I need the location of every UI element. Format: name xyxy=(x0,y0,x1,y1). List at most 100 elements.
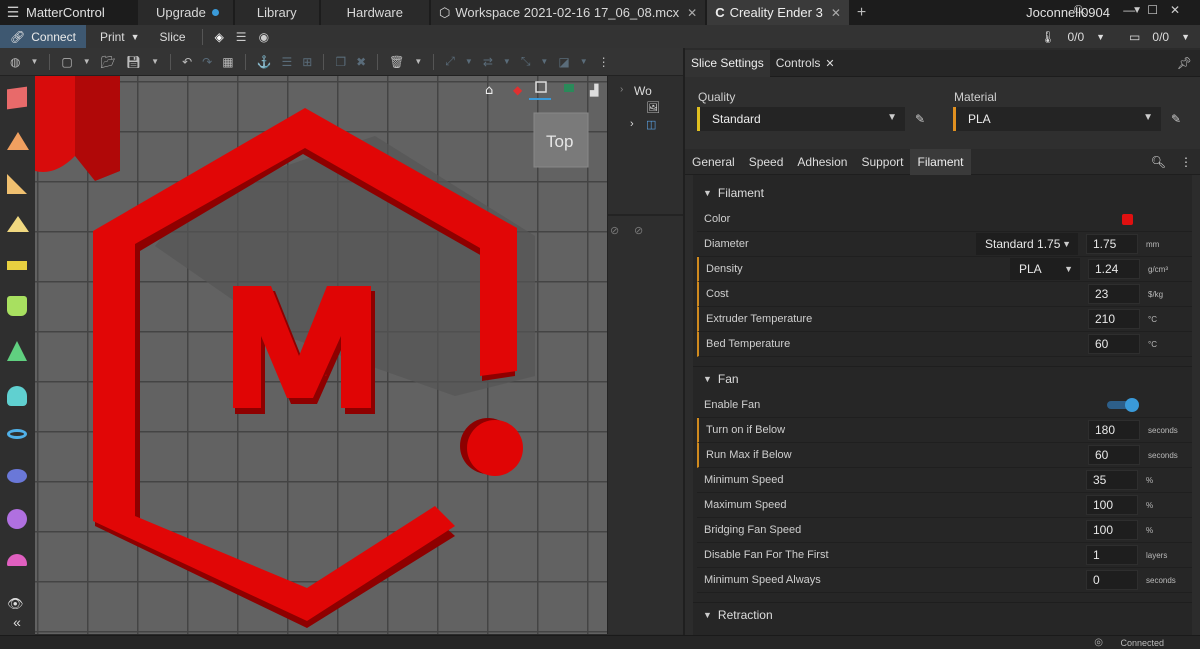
grid-icon[interactable]: ⊞ xyxy=(302,55,312,69)
home-view-icon[interactable]: ⌂ xyxy=(485,83,493,98)
tab-speed[interactable]: Speed xyxy=(742,149,791,175)
search-icon[interactable]: 🔍︎ xyxy=(1151,155,1166,169)
mirror-icon[interactable]: ⇄ xyxy=(483,55,493,69)
chevron-down-icon[interactable]: ▼ xyxy=(151,57,159,66)
sphere-icon[interactable] xyxy=(7,509,27,529)
chevron-down-icon[interactable]: ▼ xyxy=(83,57,91,66)
view-options-icon[interactable]: ◍ xyxy=(10,55,20,69)
more-options-icon[interactable]: ⋮ xyxy=(598,55,610,69)
delete-icon[interactable]: 🗑︎ xyxy=(389,55,404,69)
maximum-speed-input[interactable]: 100 xyxy=(1086,495,1138,515)
scale-icon[interactable]: ⤡ xyxy=(521,54,531,69)
diameter-input[interactable]: 1.75 xyxy=(1086,234,1138,254)
close-icon[interactable]: ✕ xyxy=(825,57,834,70)
half-wedge-icon[interactable] xyxy=(7,174,27,194)
undo-icon[interactable]: ↶ xyxy=(182,55,192,69)
half-cylinder-icon[interactable] xyxy=(7,386,27,406)
cost-input[interactable]: 23 xyxy=(1088,284,1140,304)
pyramid-icon[interactable] xyxy=(7,216,29,232)
wedge-icon[interactable] xyxy=(7,132,29,150)
minimum-speed-input[interactable]: 35 xyxy=(1086,470,1138,490)
chevron-down-icon[interactable]: ▼ xyxy=(1181,32,1190,42)
close-icon[interactable]: ✕ xyxy=(687,6,697,20)
bed-temperature-input[interactable]: 60 xyxy=(1088,334,1140,354)
material-icon[interactable]: ◪ xyxy=(558,55,569,69)
model-view-icon[interactable]: ◈ xyxy=(215,30,224,44)
bed-view-icon[interactable] xyxy=(564,84,574,92)
color-swatch[interactable] xyxy=(1122,214,1133,225)
chevron-down-icon[interactable]: ▼ xyxy=(503,57,511,66)
align-icon[interactable]: ☰ xyxy=(281,55,292,69)
pin-icon[interactable]: 📌︎ xyxy=(1177,56,1192,70)
image-icon[interactable]: 🖼︎ xyxy=(646,101,660,114)
bridging-fan-speed-input[interactable]: 100 xyxy=(1086,520,1138,540)
material-select[interactable]: PLA ▼ xyxy=(953,107,1161,131)
image-converter-icon[interactable]: 👁︎ xyxy=(7,596,27,616)
layers-view-icon[interactable]: ☰ xyxy=(236,30,247,44)
dot-model[interactable] xyxy=(467,420,523,476)
edit-material-icon[interactable]: ✎ xyxy=(1171,112,1181,126)
window-controls[interactable]: —☐✕ xyxy=(1123,3,1192,17)
tab-adhesion[interactable]: Adhesion xyxy=(790,149,854,175)
connect-button[interactable]: 🔗︎ Connect xyxy=(0,25,86,48)
cone-icon[interactable] xyxy=(7,341,27,361)
cylinder-icon[interactable] xyxy=(7,296,27,316)
redo-icon[interactable]: ↷ xyxy=(202,55,212,69)
chevron-right-icon[interactable]: › xyxy=(620,84,623,95)
extruder-temperature-input[interactable]: 210 xyxy=(1088,309,1140,329)
select-icon[interactable]: ▢ xyxy=(61,55,72,69)
tab-support[interactable]: Support xyxy=(854,149,910,175)
chevron-down-icon[interactable]: ▼ xyxy=(30,57,38,66)
tab-slice-settings[interactable]: Slice Settings xyxy=(685,49,770,77)
torus-icon[interactable] xyxy=(7,429,27,439)
half-sphere-icon[interactable] xyxy=(7,554,27,566)
tab-library[interactable]: Library xyxy=(234,0,319,25)
tab-workspace[interactable]: ⬡ Workspace 2021-02-16 17_06_08.mcx ✕ xyxy=(430,0,706,25)
tab-controls[interactable]: Controls ✕ xyxy=(770,50,841,77)
section-filament[interactable]: ▼ Filament xyxy=(693,181,1192,205)
place-icon[interactable]: ⚓ xyxy=(257,55,272,69)
run-max-if-below-input[interactable]: 60 xyxy=(1088,445,1140,465)
density-preset-select[interactable]: PLA ▼ xyxy=(1010,258,1080,280)
eye-view-icon[interactable]: ◉ xyxy=(259,30,269,44)
collapse-icon[interactable]: « xyxy=(7,614,27,634)
tab-general[interactable]: General xyxy=(685,149,742,175)
disable-icon[interactable]: ⊘ xyxy=(634,224,643,237)
chevron-right-icon[interactable]: › xyxy=(630,118,634,130)
tab-hardware[interactable]: Hardware xyxy=(320,0,429,25)
ungroup-icon[interactable]: ✖ xyxy=(356,55,366,69)
material-view-icon[interactable]: ◆ xyxy=(513,83,523,97)
density-input[interactable]: 1.24 xyxy=(1088,259,1140,279)
section-retraction[interactable]: ▼ Retraction xyxy=(693,602,1192,626)
more-options-icon[interactable]: ⋮ xyxy=(1180,155,1192,169)
minimum-speed-always-input[interactable]: 0 xyxy=(1086,570,1138,590)
3d-viewport[interactable]: M ⌂ ◆ ▟ Top xyxy=(35,76,607,634)
arrange-icon[interactable]: ▦ xyxy=(222,55,233,69)
edit-quality-icon[interactable]: ✎ xyxy=(915,112,925,126)
bed-counter[interactable]: 0/0 xyxy=(1152,30,1169,44)
quality-select[interactable]: Standard ▼ xyxy=(697,107,905,131)
disable-fan-first-input[interactable]: 1 xyxy=(1086,545,1138,565)
chevron-down-icon[interactable]: ▼ xyxy=(540,57,548,66)
diameter-preset-select[interactable]: Standard 1.75 ▼ xyxy=(976,233,1078,255)
chevron-down-icon[interactable]: ▼ xyxy=(414,57,422,66)
turn-on-if-below-input[interactable]: 180 xyxy=(1088,420,1140,440)
chevron-down-icon[interactable]: ▼ xyxy=(465,57,473,66)
mesh-icon[interactable]: ◫ xyxy=(646,118,656,131)
close-icon[interactable]: ✕ xyxy=(831,6,841,20)
chevron-down-icon[interactable]: ▼ xyxy=(1096,32,1105,42)
chevron-down-icon[interactable]: ▼ xyxy=(580,57,588,66)
tab-filament[interactable]: Filament xyxy=(910,148,971,175)
stats-view-icon[interactable]: ▟ xyxy=(589,83,599,97)
tab-upgrade[interactable]: Upgrade xyxy=(138,0,233,25)
username[interactable]: Joconnell0904 xyxy=(1026,5,1110,20)
extruder-counter[interactable]: 0/0 xyxy=(1067,30,1084,44)
ring-icon[interactable] xyxy=(7,469,27,483)
group-icon[interactable]: ❐ xyxy=(335,55,346,69)
tree-root-label[interactable]: Wo xyxy=(634,84,652,98)
cube-icon[interactable] xyxy=(7,86,27,110)
section-fan[interactable]: ▼ Fan xyxy=(693,366,1192,390)
slice-button[interactable]: Slice xyxy=(150,25,196,48)
transform-icon[interactable]: ⤢ xyxy=(445,54,455,69)
open-icon[interactable]: 📂︎ xyxy=(101,55,116,69)
